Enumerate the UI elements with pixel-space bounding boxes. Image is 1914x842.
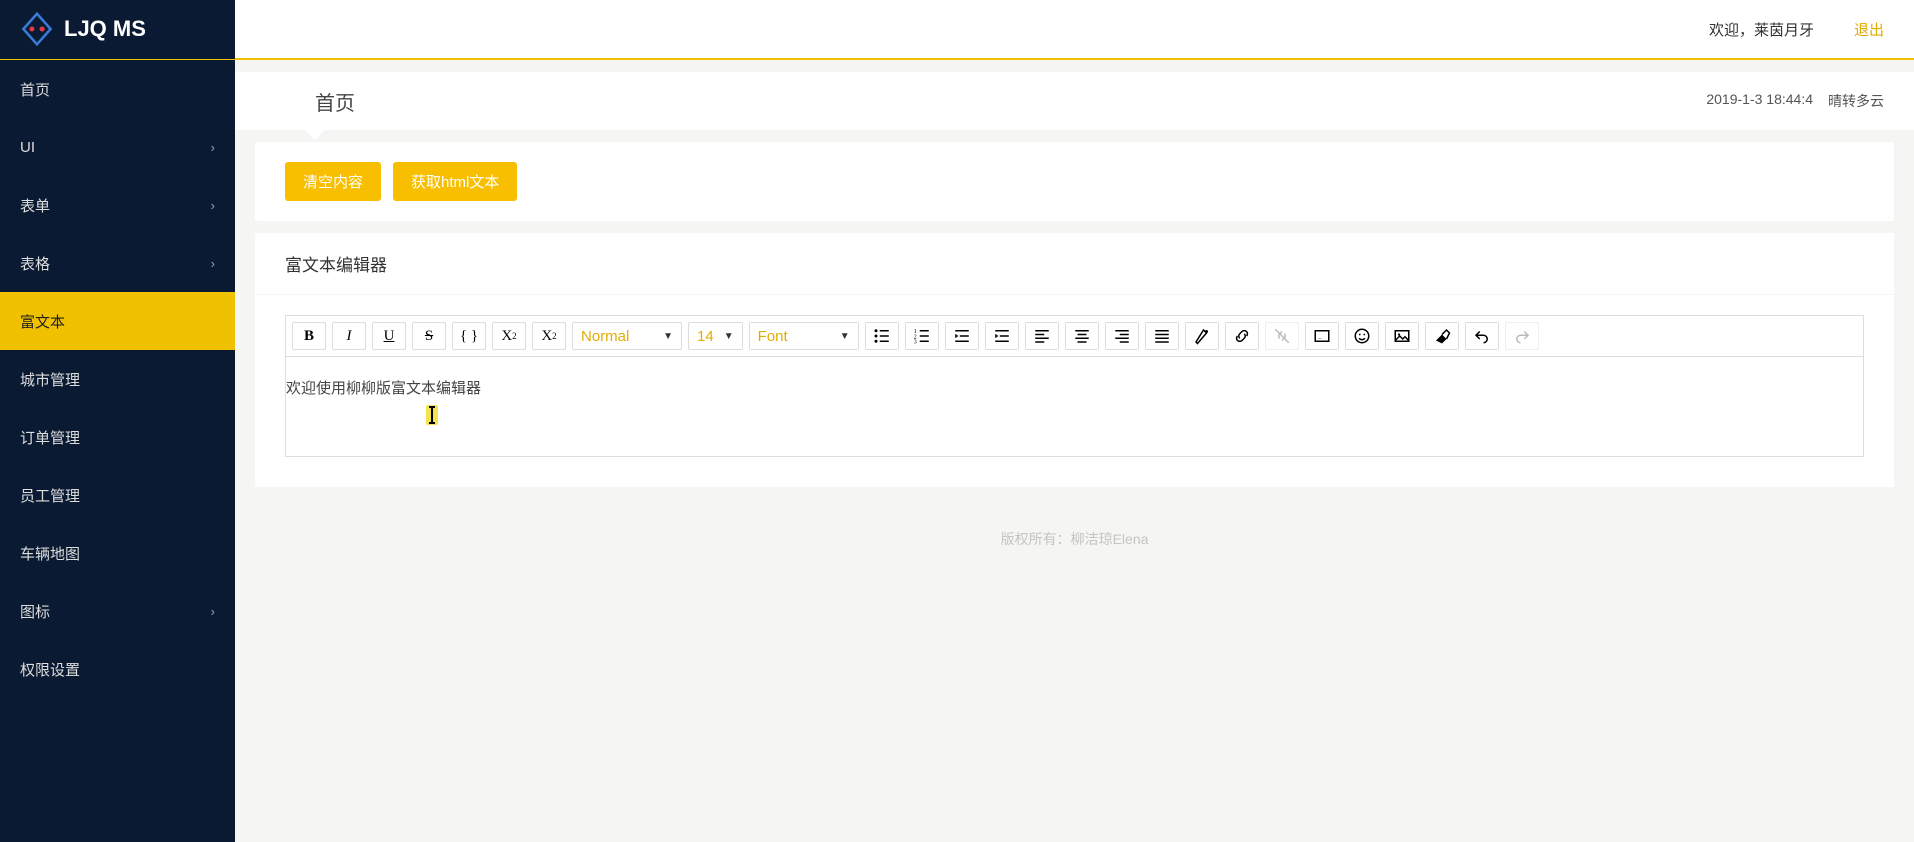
underline-icon[interactable]: U [372,322,406,350]
caret-down-icon: ▼ [663,331,673,342]
size-select[interactable]: 14 ▼ [688,322,743,350]
subscript-icon[interactable]: X2 [532,322,566,350]
redo-icon [1505,322,1539,350]
sidebar-item-label: UI [20,139,35,156]
content: 首页 2019-1-3 18:44:4 晴转多云 清空内容 获取html文本 富… [235,60,1914,842]
breadcrumb-title: 首页 [235,72,395,130]
outdent-icon[interactable] [945,322,979,350]
indent-icon[interactable] [985,322,1019,350]
bold-icon[interactable]: B [292,322,326,350]
timestamp: 2019-1-3 18:44:4 [1706,91,1813,111]
app-title: LJQ MS [64,16,146,42]
sidebar-item-icons[interactable]: 图标 › [0,582,235,640]
sidebar-item-label: 城市管理 [20,369,80,390]
sidebar-item-city[interactable]: 城市管理 [0,350,235,408]
sidebar-item-form[interactable]: 表单 › [0,176,235,234]
list-bullet-icon[interactable] [865,322,899,350]
breadcrumb-bar: 首页 2019-1-3 18:44:4 晴转多云 [235,72,1914,130]
sidebar-item-label: 富文本 [20,311,65,332]
italic-icon[interactable]: I [332,322,366,350]
sidebar-item-label: 表单 [20,195,50,216]
strikethrough-icon[interactable]: S [412,322,446,350]
sidebar-item-label: 员工管理 [20,485,80,506]
sidebar-item-label: 图标 [20,601,50,622]
panel-title: 富文本编辑器 [255,233,1894,295]
sidebar-item-label: 表格 [20,253,50,274]
embed-icon[interactable]: .. [1305,322,1339,350]
caret-down-icon: ▼ [724,331,734,342]
align-justify-icon[interactable] [1145,322,1179,350]
align-left-icon[interactable] [1025,322,1059,350]
chevron-right-icon: › [211,604,215,619]
chevron-right-icon: › [211,256,215,271]
header-right: 欢迎，莱茵月牙 退出 [235,19,1914,40]
editor-content: 欢迎使用柳柳版富文本编辑器 [286,377,1863,398]
emoji-icon[interactable] [1345,322,1379,350]
font-select[interactable]: Font ▼ [749,322,859,350]
svg-text:..: .. [1318,334,1322,341]
chevron-right-icon: › [211,198,215,213]
caret-down-icon: ▼ [840,331,850,342]
header: LJQ MS 欢迎，莱茵月牙 退出 [0,0,1914,60]
image-icon[interactable] [1385,322,1419,350]
link-icon[interactable] [1225,322,1259,350]
chevron-right-icon: › [211,140,215,155]
editor-toolbar: B I U S { } X2 X2 Normal ▼ 14 ▼ [285,315,1864,357]
footer-copyright: 版权所有：柳洁琼Elena [235,499,1914,589]
unlink-icon [1265,322,1299,350]
align-right-icon[interactable] [1105,322,1139,350]
sidebar-item-label: 车辆地图 [20,543,80,564]
eraser-icon[interactable] [1425,322,1459,350]
superscript-icon[interactable]: X2 [492,322,526,350]
sidebar-item-label: 订单管理 [20,427,80,448]
sidebar-item-home[interactable]: 首页 [0,60,235,118]
logo-area: LJQ MS [0,0,235,59]
sidebar-item-richtext[interactable]: 富文本 [0,292,235,350]
sidebar-item-staff[interactable]: 员工管理 [0,466,235,524]
header-select[interactable]: Normal ▼ [572,322,682,350]
svg-text:3: 3 [913,340,916,346]
sidebar-item-vehicle-map[interactable]: 车辆地图 [0,524,235,582]
sidebar-item-order[interactable]: 订单管理 [0,408,235,466]
sidebar-item-label: 首页 [20,79,50,100]
sidebar-item-label: 权限设置 [20,659,80,680]
logo-icon [20,12,54,46]
sidebar-item-table[interactable]: 表格 › [0,234,235,292]
get-html-button[interactable]: 获取html文本 [393,162,517,201]
sidebar: 首页 UI › 表单 › 表格 › 富文本 城市管理 订单管理 员工管理 车辆地… [0,60,235,842]
logout-link[interactable]: 退出 [1854,19,1884,40]
color-icon[interactable] [1185,322,1219,350]
sidebar-item-permissions[interactable]: 权限设置 [0,640,235,698]
text-cursor-icon [426,405,438,425]
code-block-icon[interactable]: { } [452,322,486,350]
clear-button[interactable]: 清空内容 [285,162,381,201]
editor-panel: 富文本编辑器 B I U S { } X2 X2 Normal ▼ 14 [255,233,1894,487]
weather: 晴转多云 [1828,91,1884,111]
list-ordered-icon[interactable]: 123 [905,322,939,350]
button-panel: 清空内容 获取html文本 [255,142,1894,221]
editor-body[interactable]: 欢迎使用柳柳版富文本编辑器 [285,357,1864,457]
undo-icon[interactable] [1465,322,1499,350]
align-center-icon[interactable] [1065,322,1099,350]
sidebar-item-ui[interactable]: UI › [0,118,235,176]
welcome-text: 欢迎，莱茵月牙 [1709,19,1814,40]
